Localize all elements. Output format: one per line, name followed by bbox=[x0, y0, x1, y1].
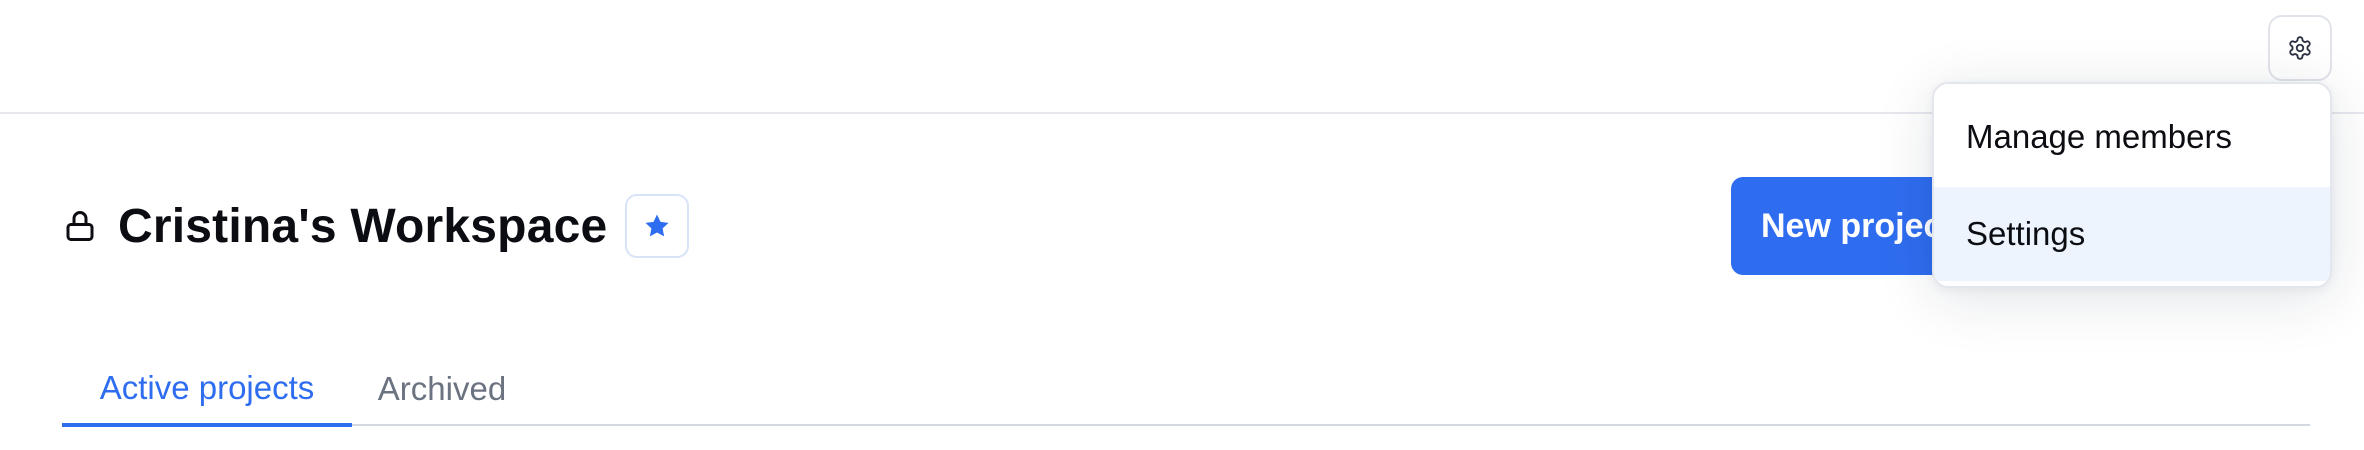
menu-item-manage-members[interactable]: Manage members bbox=[1934, 90, 2330, 184]
star-icon bbox=[642, 211, 672, 241]
tab-active-projects[interactable]: Active projects bbox=[62, 352, 352, 427]
project-tabs: Active projects Archived bbox=[62, 352, 2310, 427]
page-title: Cristina's Workspace bbox=[118, 199, 608, 253]
menu-item-settings[interactable]: Settings bbox=[1934, 187, 2330, 281]
lock-icon bbox=[62, 208, 98, 244]
workspace-header: Cristina's Workspace bbox=[62, 190, 690, 262]
gear-icon bbox=[2287, 35, 2313, 61]
settings-dropdown-menu: Manage members Settings bbox=[1932, 82, 2332, 288]
favorite-button[interactable] bbox=[625, 194, 690, 258]
settings-menu-button[interactable] bbox=[2268, 15, 2332, 81]
tab-archived[interactable]: Archived bbox=[352, 352, 532, 426]
